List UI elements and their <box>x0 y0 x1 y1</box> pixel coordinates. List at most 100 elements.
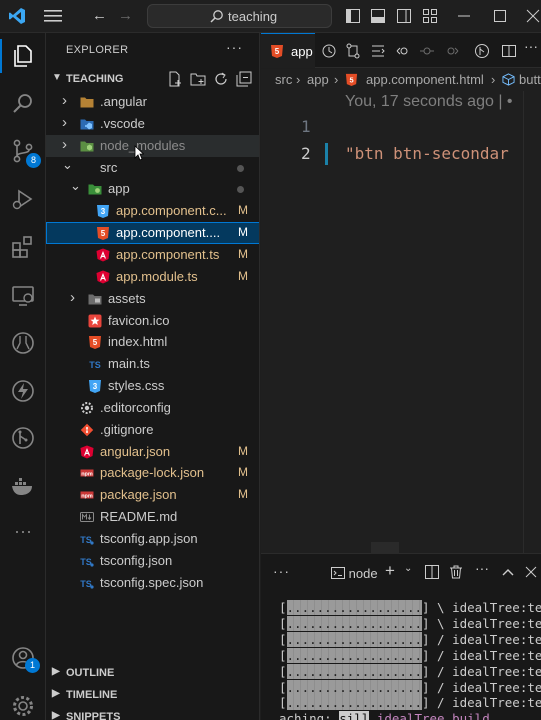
breadcrumb-item-element[interactable]: butt <box>519 72 541 87</box>
angular-file-icon <box>96 270 110 284</box>
terminal-output[interactable]: [..................] \ idealTree:te [....… <box>279 600 541 720</box>
file-row[interactable]: TS tsconfig.json <box>46 550 259 572</box>
folder-row[interactable]: › assets <box>46 288 259 310</box>
docker-icon[interactable] <box>10 473 36 499</box>
maximize-icon[interactable] <box>493 9 507 23</box>
trash-icon[interactable] <box>449 565 463 579</box>
outline-section-header[interactable]: ▶ OUTLINE <box>46 662 259 684</box>
tree-item-label: favicon.ico <box>108 312 170 328</box>
folder-row[interactable]: › .angular <box>46 91 259 113</box>
next-change-icon[interactable] <box>444 43 460 59</box>
collapse-all-icon[interactable] <box>236 71 252 87</box>
timeline-section-header[interactable]: ▶ TIMELINE <box>46 684 259 706</box>
accounts-icon[interactable]: 1 <box>10 645 40 673</box>
split-terminal-icon[interactable] <box>425 565 439 579</box>
svg-text:5: 5 <box>93 338 98 347</box>
file-row[interactable]: angular.json M <box>46 441 259 463</box>
commit-icon[interactable] <box>419 43 435 59</box>
split-editor-icon[interactable] <box>501 43 517 59</box>
explorer-icon[interactable] <box>0 39 36 73</box>
search-icon[interactable] <box>10 91 36 117</box>
command-center-search[interactable]: teaching <box>147 4 332 28</box>
minimize-icon[interactable] <box>457 9 471 23</box>
previous-change-icon[interactable] <box>395 43 411 59</box>
run-debug-icon[interactable] <box>10 187 36 213</box>
css-file-icon: 3 <box>96 204 110 219</box>
toggle-panel-icon[interactable] <box>371 9 385 23</box>
compare-changes-icon[interactable] <box>345 43 361 59</box>
file-row[interactable]: favicon.ico <box>46 310 259 332</box>
tree-item-label: main.ts <box>108 356 150 372</box>
panel-overflow-icon[interactable]: ··· <box>475 560 489 576</box>
history-icon[interactable] <box>321 43 337 59</box>
tree-item-label: README.md <box>100 509 178 525</box>
file-row[interactable]: .editorconfig <box>46 397 259 419</box>
more-icon[interactable]: ··· <box>10 520 36 546</box>
tab-app-component-html[interactable]: 5 app <box>261 33 315 68</box>
file-row[interactable]: app.component.ts M <box>46 244 259 266</box>
folder-row[interactable]: › .vscode <box>46 113 259 135</box>
chevron-right-icon: › <box>62 135 67 153</box>
toggle-secondary-sidebar-icon[interactable] <box>397 9 411 23</box>
lightning-icon[interactable] <box>10 378 36 404</box>
file-row[interactable]: TS main.ts <box>46 353 259 375</box>
file-row[interactable]: 5 app.component.... M <box>46 222 259 245</box>
terminal-selector[interactable]: node <box>331 564 378 581</box>
panel-sash[interactable] <box>371 542 399 554</box>
new-folder-icon[interactable] <box>190 71 206 87</box>
file-row[interactable]: 3 styles.css <box>46 375 259 397</box>
explorer-more-actions[interactable]: ··· <box>226 39 243 55</box>
settings-gear-icon[interactable] <box>10 693 36 719</box>
customize-layout-icon[interactable] <box>423 9 437 23</box>
back-arrow-icon[interactable]: ← <box>92 7 107 24</box>
folder-row[interactable]: ⌄ src <box>46 157 259 179</box>
open-changes-icon[interactable] <box>370 43 386 59</box>
file-row[interactable]: .gitignore <box>46 419 259 441</box>
file-row[interactable]: npm package-lock.json M <box>46 462 259 484</box>
file-row[interactable]: npm package.json M <box>46 484 259 506</box>
file-row[interactable]: app.module.ts M <box>46 266 259 288</box>
forward-arrow-icon[interactable]: → <box>118 7 133 24</box>
close-icon[interactable] <box>526 9 540 23</box>
chevron-down-icon[interactable]: ⌄ <box>404 563 418 577</box>
file-row[interactable]: TS tsconfig.spec.json <box>46 572 259 594</box>
snippets-section-header[interactable]: ▶ SNIPPETS <box>46 706 259 720</box>
file-row[interactable]: 3 app.component.c... M <box>46 200 259 222</box>
breadcrumb-item-src[interactable]: src <box>275 72 292 87</box>
folder-row[interactable]: › node_modules <box>46 134 259 157</box>
toggle-sidebar-icon[interactable] <box>346 9 360 23</box>
refresh-icon[interactable] <box>213 71 229 87</box>
terminal-line: [..................] / idealTree:te <box>279 663 541 679</box>
terminal-line: [..................] / idealTree:te <box>279 631 541 647</box>
breadcrumb-item-file[interactable]: app.component.html <box>366 72 484 87</box>
git-graph-icon[interactable] <box>10 425 36 451</box>
maximize-panel-icon[interactable] <box>501 565 515 579</box>
file-row[interactable]: README.md <box>46 506 259 528</box>
tsconfig-file-icon: TS <box>80 576 94 590</box>
gitlens-icon[interactable] <box>474 43 490 59</box>
remote-explorer-icon[interactable] <box>10 283 36 309</box>
new-terminal-icon[interactable]: + <box>385 561 399 580</box>
editor-scrollbar[interactable] <box>523 91 537 553</box>
new-file-icon[interactable] <box>167 71 183 87</box>
extensions-icon[interactable] <box>10 234 36 260</box>
terminal-line: [..................] \ idealTree:te <box>279 600 541 615</box>
timeline-title: TIMELINE <box>66 689 118 701</box>
menu-icon[interactable] <box>44 9 62 23</box>
accounts-badge: 1 <box>25 658 40 673</box>
file-row[interactable]: TS tsconfig.app.json <box>46 528 259 550</box>
testing-icon[interactable] <box>10 330 36 356</box>
ts-file-icon: TS <box>88 357 102 371</box>
vscode-logo-icon[interactable] <box>8 7 26 25</box>
source-control-badge: 8 <box>26 153 41 168</box>
breadcrumb-item-app[interactable]: app <box>307 72 329 87</box>
close-panel-icon[interactable] <box>524 565 538 579</box>
source-control-icon[interactable]: 8 <box>10 138 41 168</box>
folder-row[interactable]: ⌄ app <box>46 178 259 200</box>
file-row[interactable]: 5 index.html <box>46 331 259 353</box>
panel-more-actions[interactable]: ··· <box>273 563 290 579</box>
code-editor[interactable]: You, 17 seconds ago | • 1 2 "btn btn-sec… <box>261 91 541 553</box>
editor-more-actions[interactable]: ··· <box>524 38 540 54</box>
folder-node-icon <box>80 139 94 153</box>
code-line[interactable]: "btn btn-secondar <box>345 144 509 163</box>
